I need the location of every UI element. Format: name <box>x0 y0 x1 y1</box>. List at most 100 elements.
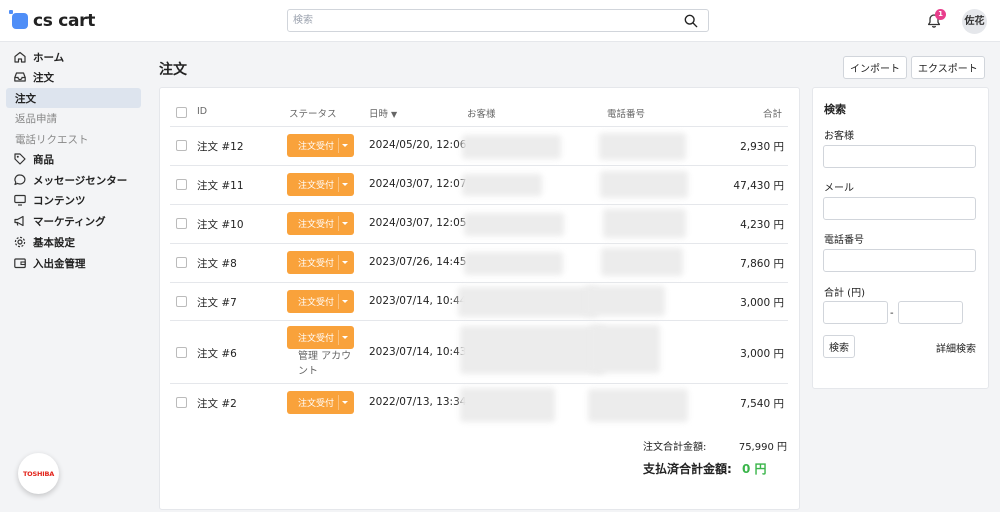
search-input[interactable] <box>288 10 668 31</box>
status-dropdown[interactable]: 注文受付 <box>287 391 354 414</box>
row-checkbox[interactable] <box>176 347 187 358</box>
inbox-icon <box>14 72 26 82</box>
status-dropdown[interactable]: 注文受付 <box>287 134 354 157</box>
column-header-customer[interactable]: お客様 <box>467 106 496 120</box>
customer-field[interactable] <box>823 145 976 168</box>
column-header-phone[interactable]: 電話番号 <box>607 106 645 120</box>
caret-down-icon <box>342 336 348 339</box>
email-label: メール <box>824 183 854 194</box>
paid-total-value: 0 円 <box>742 462 767 476</box>
paid-total-label: 支払済合計金額: <box>643 462 732 476</box>
row-checkbox[interactable] <box>176 296 187 307</box>
notification-badge: 1 <box>935 9 946 20</box>
total-min-field[interactable] <box>823 301 888 324</box>
caret-down-icon <box>342 261 348 264</box>
customer-redacted <box>464 252 563 275</box>
row-checkbox[interactable] <box>176 218 187 229</box>
column-header-status[interactable]: ステータス <box>289 106 337 120</box>
column-header-date[interactable]: 日時 ▼ <box>369 106 397 120</box>
status-dropdown[interactable]: 注文受付 <box>287 251 354 274</box>
admin-account-note: 管理 アカウ ント <box>298 349 351 379</box>
admin-account-note-line1: 管理 アカウ <box>298 351 352 362</box>
sidebar-item-label: 入出金管理 <box>33 257 86 270</box>
order-total: 3,000 円 <box>740 348 784 360</box>
megaphone-icon <box>14 215 24 227</box>
sidebar-item-call-requests[interactable]: 電話リクエスト <box>6 129 141 149</box>
column-header-total[interactable]: 合計 <box>763 106 782 120</box>
sidebar-item-settings[interactable]: 基本設定 <box>6 232 141 252</box>
status-dropdown[interactable]: 注文受付 <box>287 212 354 235</box>
gear-icon <box>14 236 26 248</box>
global-search <box>287 9 709 32</box>
total-max-field[interactable] <box>898 301 963 324</box>
order-id-link[interactable]: 注文 #8 <box>197 256 237 271</box>
toshiba-badge[interactable]: TOSHIBA <box>18 453 59 494</box>
import-button[interactable]: インポート <box>843 56 907 79</box>
select-all-checkbox[interactable] <box>176 107 187 118</box>
caret-down-icon <box>342 222 348 225</box>
status-label: 注文受付 <box>298 298 335 308</box>
total-range-label: 合計 (円) <box>824 288 865 299</box>
order-date: 2024/05/20, 12:06 <box>369 139 467 151</box>
phone-redacted <box>599 133 686 160</box>
caret-down-icon <box>342 300 348 303</box>
status-label: 注文受付 <box>298 259 335 269</box>
customer-redacted <box>460 388 555 422</box>
status-label: 注文受付 <box>298 181 335 191</box>
phone-redacted <box>600 171 688 198</box>
sidebar-item-products[interactable]: 商品 <box>6 149 141 169</box>
order-id-link[interactable]: 注文 #6 <box>197 346 237 361</box>
sidebar-item-orders-list[interactable]: 注文 <box>6 88 141 108</box>
sidebar-item-label: 基本設定 <box>33 236 75 249</box>
column-header-id[interactable]: ID <box>197 106 207 117</box>
order-id-link[interactable]: 注文 #7 <box>197 295 237 310</box>
row-checkbox[interactable] <box>176 140 187 151</box>
email-field[interactable] <box>823 197 976 220</box>
status-label: 注文受付 <box>298 142 335 152</box>
customer-redacted <box>458 287 598 317</box>
order-id-link[interactable]: 注文 #11 <box>197 178 244 193</box>
row-checkbox[interactable] <box>176 397 187 408</box>
avatar[interactable]: 佐花 <box>962 9 987 34</box>
sidebar-item-message-center[interactable]: メッセージセンター <box>6 170 141 190</box>
sidebar-item-orders[interactable]: 注文 <box>6 67 141 87</box>
phone-redacted <box>601 248 683 276</box>
customer-redacted <box>464 213 564 236</box>
row-checkbox[interactable] <box>176 257 187 268</box>
export-button[interactable]: エクスポート <box>911 56 985 79</box>
admin-account-note-line2: ント <box>298 366 318 377</box>
row-checkbox[interactable] <box>176 179 187 190</box>
toshiba-logo-text: TOSHIBA <box>22 469 55 478</box>
order-id-link[interactable]: 注文 #12 <box>197 139 244 154</box>
advanced-search-link[interactable]: 詳細検索 <box>936 340 976 355</box>
status-dropdown[interactable]: 注文受付 <box>287 326 354 349</box>
phone-redacted <box>590 325 660 373</box>
top-bar: cs cart <box>0 0 1000 42</box>
order-id-link[interactable]: 注文 #10 <box>197 217 244 232</box>
sidebar-item-label: 返品申請 <box>15 112 57 125</box>
phone-field[interactable] <box>823 249 976 272</box>
status-dropdown[interactable]: 注文受付 <box>287 290 354 313</box>
sidebar-item-returns[interactable]: 返品申請 <box>6 108 141 128</box>
phone-redacted <box>585 286 665 316</box>
customer-redacted <box>462 135 561 159</box>
order-total: 3,000 円 <box>740 297 784 309</box>
search-icon[interactable] <box>684 14 698 28</box>
sidebar-item-label: ホーム <box>33 51 65 64</box>
order-id-link[interactable]: 注文 #2 <box>197 396 237 411</box>
customer-redacted <box>460 326 605 374</box>
order-total: 7,540 円 <box>740 398 784 410</box>
sidebar-item-home[interactable]: ホーム <box>6 47 141 67</box>
phone-label: 電話番号 <box>824 235 864 246</box>
order-date: 2024/03/07, 12:05 <box>369 217 467 229</box>
logo[interactable]: cs cart <box>9 10 95 31</box>
row-divider <box>170 126 788 127</box>
filter-search-button[interactable]: 検索 <box>823 335 855 358</box>
status-label: 注文受付 <box>298 399 335 409</box>
sidebar-item-marketing[interactable]: マーケティング <box>6 211 141 231</box>
sidebar-item-content[interactable]: コンテンツ <box>6 190 141 210</box>
order-date: 2023/07/14, 10:44 <box>369 295 467 307</box>
status-dropdown[interactable]: 注文受付 <box>287 173 354 196</box>
sidebar-item-payments[interactable]: 入出金管理 <box>6 253 141 273</box>
order-total-value: 75,990 円 <box>738 442 787 453</box>
